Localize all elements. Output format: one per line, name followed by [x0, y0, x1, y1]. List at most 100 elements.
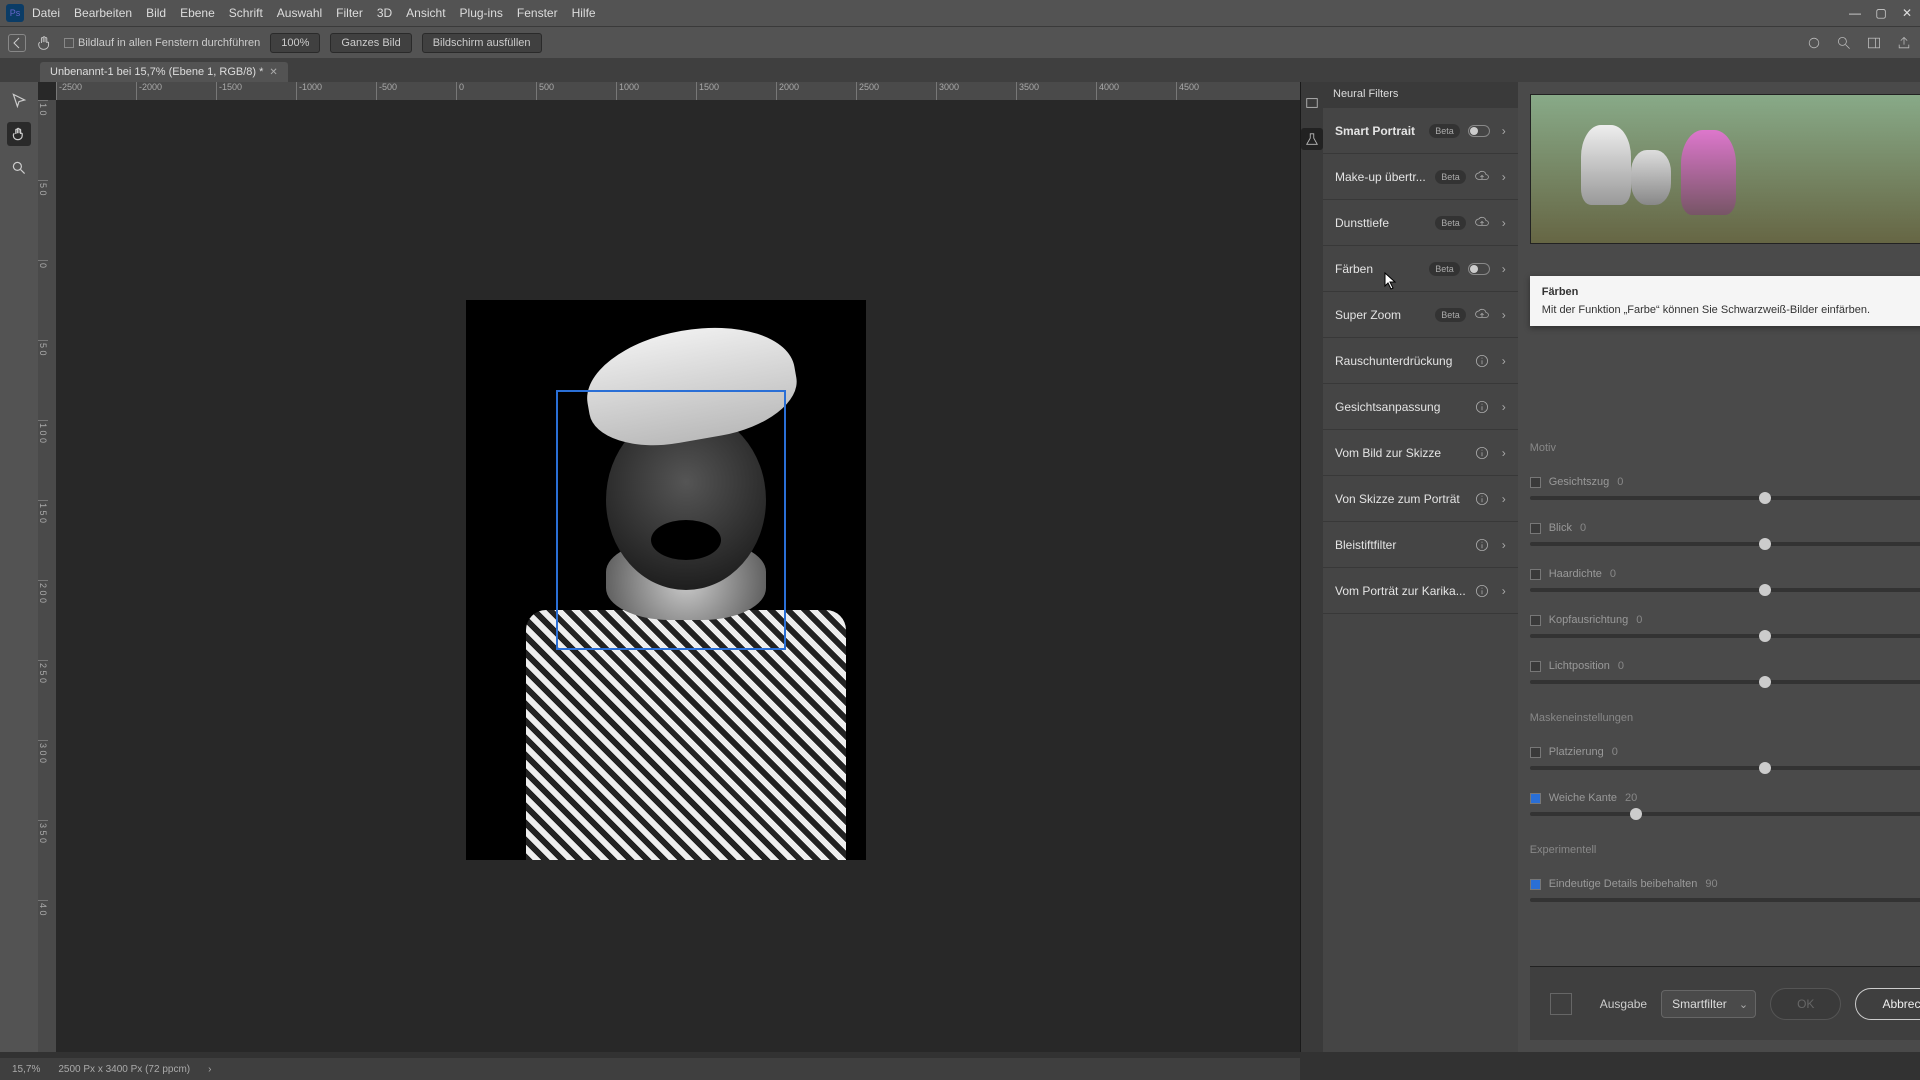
- slider-checkbox[interactable]: [1530, 747, 1541, 758]
- cancel-button[interactable]: Abbrechen: [1855, 988, 1920, 1020]
- info-icon[interactable]: [1474, 491, 1490, 507]
- chevron-right-icon: ›: [1502, 492, 1506, 506]
- filter-row-0[interactable]: Smart PortraitBeta›: [1323, 108, 1518, 154]
- slider-checkbox[interactable]: [1530, 569, 1541, 580]
- menu-schrift[interactable]: Schrift: [229, 6, 263, 20]
- info-icon[interactable]: [1474, 445, 1490, 461]
- filter-row-7[interactable]: Vom Bild zur Skizze›: [1323, 430, 1518, 476]
- menu-ansicht[interactable]: Ansicht: [406, 6, 445, 20]
- download-icon[interactable]: [1474, 169, 1490, 185]
- filter-name: Bleistiftfilter: [1335, 538, 1466, 552]
- info-icon[interactable]: [1474, 399, 1490, 415]
- close-tab-icon[interactable]: ✕: [269, 67, 277, 78]
- slider-handle[interactable]: [1759, 538, 1771, 550]
- download-icon[interactable]: [1474, 307, 1490, 323]
- close-icon[interactable]: ✕: [1900, 6, 1914, 20]
- fit-screen-button[interactable]: Ganzes Bild: [330, 33, 411, 53]
- filter-name: Make-up übertr...: [1335, 170, 1427, 184]
- workspace-icon[interactable]: [1866, 35, 1882, 51]
- download-icon[interactable]: [1474, 215, 1490, 231]
- reference-image-preview[interactable]: [1530, 94, 1920, 244]
- zoom-100-button[interactable]: 100%: [270, 33, 320, 53]
- main-menu: Datei Bearbeiten Bild Ebene Schrift Auswahl Fi…: [32, 6, 596, 20]
- hand-tool[interactable]: [7, 122, 31, 146]
- cloud-docs-icon[interactable]: [1806, 35, 1822, 51]
- filter-name: Super Zoom: [1335, 308, 1427, 322]
- filter-toggle[interactable]: [1468, 263, 1490, 275]
- filter-group-beta-icon[interactable]: [1301, 128, 1323, 150]
- canvas[interactable]: [56, 100, 1300, 1052]
- slider-checkbox[interactable]: [1530, 615, 1541, 626]
- document-tab[interactable]: Unbenannt-1 bei 15,7% (Ebene 1, RGB/8) *…: [40, 62, 288, 82]
- slider-row: Platzierung0: [1530, 746, 1920, 770]
- slider-handle[interactable]: [1759, 676, 1771, 688]
- menu-fenster[interactable]: Fenster: [517, 6, 558, 20]
- status-chevron-icon[interactable]: ›: [208, 1064, 211, 1075]
- slider-value: 90: [1705, 878, 1717, 890]
- fill-screen-button[interactable]: Bildschirm ausfüllen: [422, 33, 542, 53]
- filter-row-3[interactable]: FärbenBeta›: [1323, 246, 1518, 292]
- slider-track[interactable]: [1530, 812, 1920, 816]
- menu-plug-ins[interactable]: Plug-ins: [460, 6, 503, 20]
- slider-track[interactable]: [1530, 898, 1920, 902]
- slider-value: 20: [1625, 792, 1637, 804]
- chevron-right-icon: ›: [1502, 216, 1506, 230]
- slider-label: Lichtposition: [1549, 660, 1610, 672]
- ok-button[interactable]: OK: [1770, 988, 1841, 1020]
- slider-track[interactable]: [1530, 766, 1920, 770]
- slider-settings: MotivGesichtszug0Blick0Haardichte0Kopfau…: [1530, 414, 1920, 902]
- slider-checkbox[interactable]: [1530, 477, 1541, 488]
- app-logo: Ps: [6, 4, 24, 22]
- menu-ebene[interactable]: Ebene: [180, 6, 215, 20]
- menu-bild[interactable]: Bild: [146, 6, 166, 20]
- minimize-icon[interactable]: —: [1848, 6, 1862, 20]
- move-tool[interactable]: [7, 88, 31, 112]
- filter-row-9[interactable]: Bleistiftfilter›: [1323, 522, 1518, 568]
- filter-settings-column: Färben Mit der Funktion „Farbe“ können S…: [1518, 82, 1920, 1052]
- slider-checkbox[interactable]: [1530, 879, 1541, 890]
- slider-handle[interactable]: [1759, 492, 1771, 504]
- filter-row-6[interactable]: Gesichtsanpassung›: [1323, 384, 1518, 430]
- filter-group-portrait-icon[interactable]: [1301, 92, 1323, 114]
- filter-row-2[interactable]: DunsttiefeBeta›: [1323, 200, 1518, 246]
- slider-track[interactable]: [1530, 680, 1920, 684]
- slider-checkbox[interactable]: [1530, 523, 1541, 534]
- show-original-button[interactable]: [1550, 993, 1572, 1015]
- menu-filter[interactable]: Filter: [336, 6, 363, 20]
- slider-handle[interactable]: [1759, 762, 1771, 774]
- menu-auswahl[interactable]: Auswahl: [277, 6, 322, 20]
- maximize-icon[interactable]: ▢: [1874, 6, 1888, 20]
- slider-row: Kopfausrichtung0: [1530, 614, 1920, 638]
- slider-handle[interactable]: [1759, 630, 1771, 642]
- filter-row-1[interactable]: Make-up übertr...Beta›: [1323, 154, 1518, 200]
- slider-handle[interactable]: [1630, 808, 1642, 820]
- scroll-all-windows-checkbox[interactable]: Bildlauf in allen Fenstern durchführen: [64, 37, 260, 49]
- menu-3d[interactable]: 3D: [377, 6, 392, 20]
- slider-checkbox[interactable]: [1530, 793, 1541, 804]
- slider-checkbox[interactable]: [1530, 661, 1541, 672]
- info-icon[interactable]: [1474, 583, 1490, 599]
- slider-track[interactable]: [1530, 634, 1920, 638]
- slider-handle[interactable]: [1759, 584, 1771, 596]
- slider-track[interactable]: [1530, 542, 1920, 546]
- menu-hilfe[interactable]: Hilfe: [572, 6, 596, 20]
- filter-row-4[interactable]: Super ZoomBeta›: [1323, 292, 1518, 338]
- output-select[interactable]: Smartfilter: [1661, 990, 1756, 1018]
- menu-datei[interactable]: Datei: [32, 6, 60, 20]
- hand-tool-icon[interactable]: [36, 34, 54, 52]
- filter-row-10[interactable]: Vom Porträt zur Karika...›: [1323, 568, 1518, 614]
- back-button[interactable]: [8, 34, 26, 52]
- scroll-all-label: Bildlauf in allen Fenstern durchführen: [78, 37, 260, 49]
- share-icon[interactable]: [1896, 35, 1912, 51]
- slider-track[interactable]: [1530, 588, 1920, 592]
- filter-toggle[interactable]: [1468, 125, 1490, 137]
- info-icon[interactable]: [1474, 353, 1490, 369]
- info-icon[interactable]: [1474, 537, 1490, 553]
- slider-track[interactable]: [1530, 496, 1920, 500]
- filter-row-5[interactable]: Rauschunterdrückung›: [1323, 338, 1518, 384]
- search-icon[interactable]: [1836, 35, 1852, 51]
- menu-bearbeiten[interactable]: Bearbeiten: [74, 6, 132, 20]
- slider-value: 0: [1612, 746, 1618, 758]
- zoom-tool[interactable]: [7, 156, 31, 180]
- filter-row-8[interactable]: Von Skizze zum Porträt›: [1323, 476, 1518, 522]
